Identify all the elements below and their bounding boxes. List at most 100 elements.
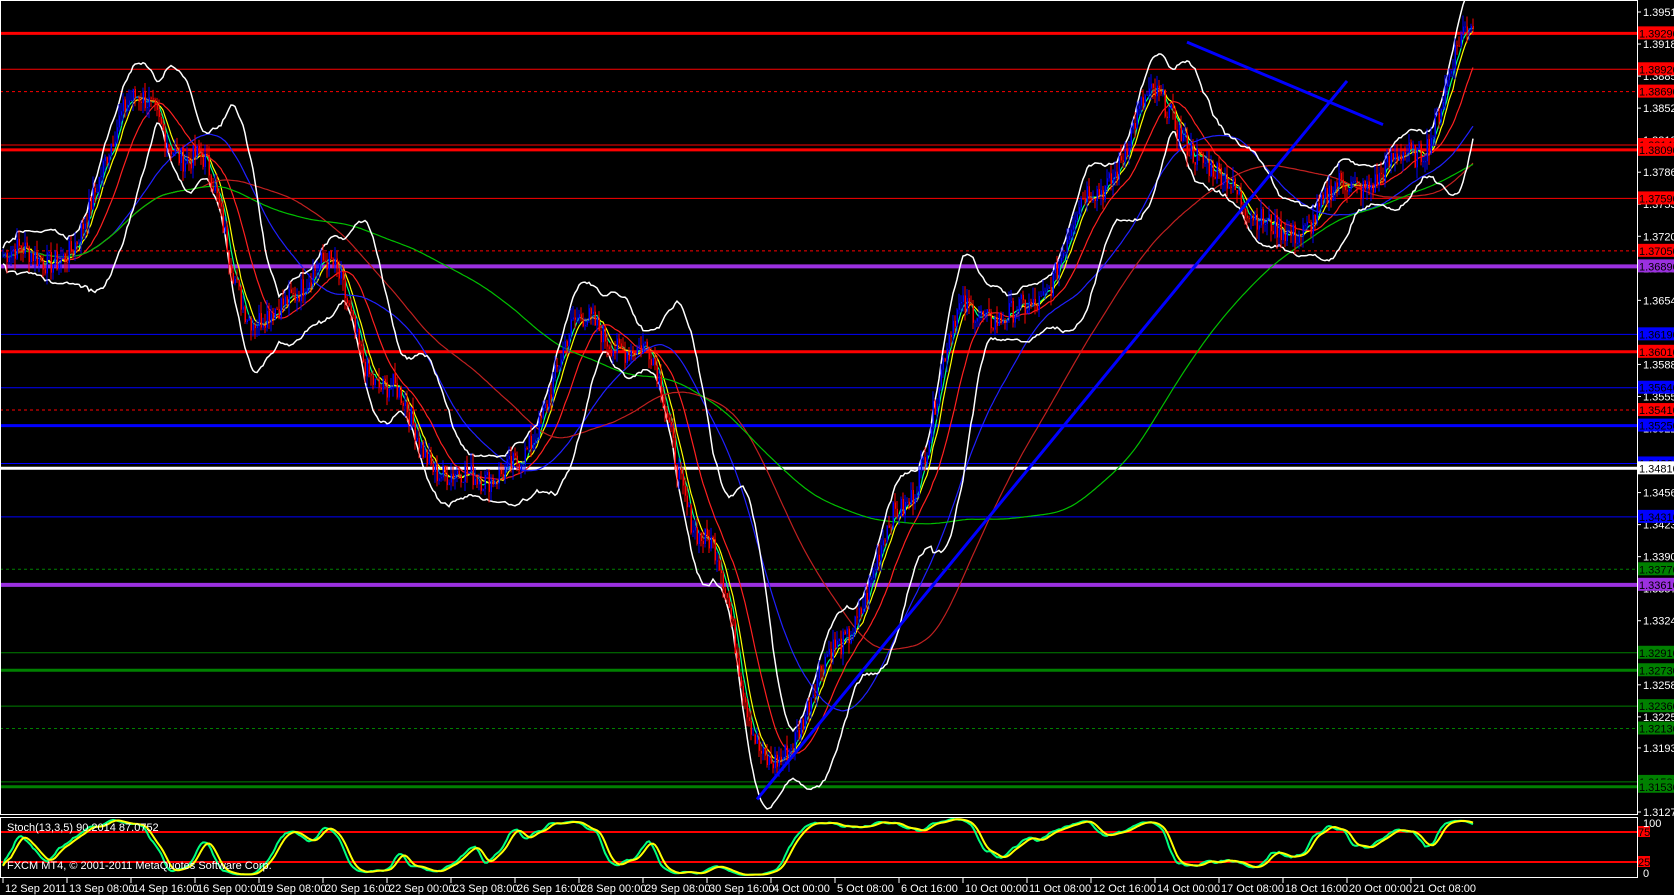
candle-body bbox=[452, 473, 454, 479]
candle-body bbox=[154, 99, 156, 105]
candle-body bbox=[852, 633, 854, 639]
candle-body bbox=[880, 545, 882, 561]
candle-body bbox=[36, 251, 38, 266]
time-label: 14 Oct 00:00 bbox=[1157, 883, 1220, 895]
candle-body bbox=[1056, 262, 1058, 279]
candle-body bbox=[662, 396, 664, 407]
candle-body bbox=[1126, 150, 1128, 155]
candle-body bbox=[326, 262, 328, 270]
time-label: 18 Oct 16:00 bbox=[1285, 883, 1348, 895]
candle-body bbox=[220, 202, 222, 207]
candle-body bbox=[944, 358, 946, 361]
candle-body bbox=[194, 145, 196, 157]
candle-body bbox=[940, 369, 942, 389]
candle-body bbox=[64, 253, 66, 262]
candle-body bbox=[554, 364, 556, 379]
candle-body bbox=[80, 223, 82, 244]
candle-body bbox=[1260, 209, 1262, 226]
candle-body bbox=[628, 352, 630, 360]
candle-body bbox=[1124, 150, 1126, 162]
candle-body bbox=[362, 346, 364, 362]
candle-body bbox=[1368, 181, 1370, 190]
candle-body bbox=[1232, 178, 1234, 187]
candle-body bbox=[1414, 144, 1416, 168]
candle-body bbox=[1224, 173, 1226, 182]
candle-body bbox=[1048, 287, 1050, 289]
trendline[interactable] bbox=[1186, 40, 1384, 127]
candle-body bbox=[62, 253, 64, 259]
candle-body bbox=[830, 648, 832, 660]
candle-body bbox=[468, 472, 470, 474]
candle-body bbox=[1026, 310, 1028, 314]
candle-body bbox=[1360, 184, 1362, 199]
price-chart[interactable]: 75251000 1.395101.391801.388501.385201.3… bbox=[0, 0, 1674, 895]
candle-body bbox=[1226, 173, 1228, 189]
candle-body bbox=[910, 490, 912, 505]
candle-body bbox=[912, 490, 914, 504]
candle-body bbox=[84, 223, 86, 229]
candle-body bbox=[1142, 97, 1144, 106]
candle-body bbox=[86, 223, 88, 225]
trendlines[interactable] bbox=[755, 40, 1384, 801]
candle-body bbox=[992, 328, 994, 330]
moving-averages bbox=[2, 0, 1474, 810]
candle-body bbox=[1374, 174, 1376, 193]
candle-body bbox=[970, 304, 972, 306]
price-level-label: 1.37050 bbox=[1639, 246, 1674, 258]
candle-body bbox=[740, 676, 742, 686]
candle-body bbox=[532, 443, 534, 449]
candle-body bbox=[866, 593, 868, 602]
candle-body bbox=[640, 345, 642, 354]
candle-body bbox=[1264, 223, 1266, 225]
candle-body bbox=[108, 155, 110, 164]
price-tick-label: 1.31270 bbox=[1643, 807, 1674, 819]
candle-body bbox=[752, 734, 754, 736]
candle-body bbox=[430, 453, 432, 465]
candle-body bbox=[366, 359, 368, 377]
candle-body bbox=[422, 442, 424, 458]
candle-body bbox=[1452, 69, 1454, 72]
candle-body bbox=[258, 313, 260, 327]
candle-body bbox=[630, 350, 632, 360]
candle-body bbox=[456, 470, 458, 474]
candle-body bbox=[1022, 294, 1024, 300]
candle-body bbox=[494, 481, 496, 485]
candle-body bbox=[1366, 181, 1368, 190]
price-axis: 1.395101.391801.388501.385201.381901.378… bbox=[1637, 7, 1674, 819]
candle-body bbox=[1382, 174, 1384, 182]
candle-body bbox=[1180, 124, 1182, 142]
candle-body bbox=[1206, 160, 1208, 163]
candle-body bbox=[464, 465, 466, 482]
candle-body bbox=[1434, 114, 1436, 137]
candle-body bbox=[310, 282, 312, 287]
price-tick-label: 1.33900 bbox=[1643, 552, 1674, 564]
candle-body bbox=[270, 313, 272, 323]
price-level-label: 1.38920 bbox=[1639, 64, 1674, 76]
candle-body bbox=[344, 279, 346, 299]
candle-body bbox=[1396, 153, 1398, 161]
candle-body bbox=[1372, 184, 1374, 193]
candle-body bbox=[1044, 290, 1046, 292]
candle-body bbox=[1274, 214, 1276, 234]
candle-body bbox=[1310, 221, 1312, 234]
candle-body bbox=[528, 435, 530, 449]
candle-body bbox=[364, 361, 366, 377]
candle-body bbox=[132, 89, 134, 101]
candle-body bbox=[1204, 162, 1206, 164]
candle-body bbox=[846, 628, 848, 634]
candle-body bbox=[168, 144, 170, 148]
candle-body bbox=[1294, 224, 1296, 244]
candle-body bbox=[872, 570, 874, 578]
trendline[interactable] bbox=[755, 79, 1349, 801]
candle-body bbox=[510, 456, 512, 469]
candle-body bbox=[374, 378, 376, 385]
time-label: 20 Oct 00:00 bbox=[1349, 883, 1412, 895]
time-label: 14 Sep 16:00 bbox=[133, 883, 198, 895]
moving-average-ma21 bbox=[2, 67, 1474, 755]
candle-body bbox=[546, 404, 548, 409]
candle-body bbox=[184, 163, 186, 172]
candle-body bbox=[370, 374, 372, 376]
candle-body bbox=[1004, 320, 1006, 323]
candle-body bbox=[100, 175, 102, 177]
candle-body bbox=[1214, 176, 1216, 179]
